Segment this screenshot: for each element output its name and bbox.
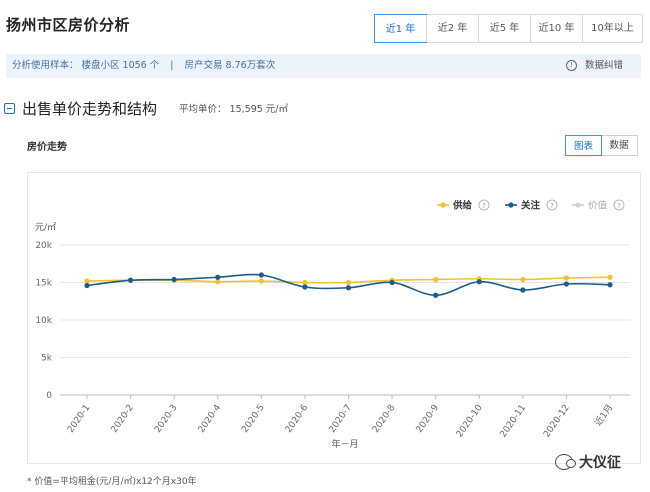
data-point-1 [607, 282, 613, 288]
y-tick-label: 15k [35, 279, 52, 289]
x-tick-label: 2020-10 [455, 403, 485, 440]
watermark: 大仪征 [555, 452, 621, 472]
data-point-1 [127, 277, 134, 283]
data-point-1 [389, 279, 395, 286]
x-axis-label: 年－月 [331, 438, 358, 450]
x-tick-label: 2020-4 [197, 403, 224, 435]
y-tick-label: 5k [41, 354, 53, 364]
data-point-1 [84, 282, 90, 289]
data-point-1 [520, 287, 526, 293]
data-point-0 [345, 279, 352, 286]
y-tick-label: 20k [35, 241, 52, 251]
data-point-1 [302, 284, 308, 290]
y-tick-label: 0 [46, 391, 52, 401]
legend-help-mark: ? [482, 202, 486, 210]
x-tick-label: 2020-11 [499, 403, 529, 440]
x-tick-label: 2020-8 [371, 403, 398, 435]
data-point-1 [215, 274, 221, 280]
y-tick-label: 10k [35, 316, 52, 326]
x-tick-label: 2020-2 [110, 403, 136, 435]
y-axis-label: 元/㎡ [35, 222, 56, 233]
x-tick-label: 2020-3 [153, 403, 179, 435]
data-point-0 [520, 276, 526, 283]
data-point-0 [215, 279, 221, 285]
x-tick-label: 2020-1 [66, 403, 92, 435]
x-tick-label: 2020-7 [327, 403, 353, 435]
data-point-1 [433, 292, 439, 298]
wechat-icon [555, 454, 576, 470]
watermark-text: 大仪征 [579, 455, 621, 471]
data-point-0 [84, 278, 90, 284]
data-point-0 [258, 278, 264, 284]
x-tick-label: 2020-12 [542, 403, 572, 440]
x-tick-label: 2020-5 [240, 403, 266, 435]
legend-label: 价值 [588, 200, 608, 212]
value-footnote: * 价值=平均租金(元/月/㎡)x12个月x30年 [27, 477, 197, 487]
data-point-0 [302, 279, 308, 286]
x-tick-label: 2020-6 [284, 403, 311, 435]
data-point-0 [607, 274, 613, 280]
legend-swatch-dot [508, 202, 514, 208]
data-point-1 [563, 281, 570, 287]
price-trend-chart: 0 5k 10k 15k 20k 元/㎡ 2020-1 2020-2 2020-3 2020-4 2… [35, 200, 630, 450]
data-point-1 [171, 276, 177, 283]
data-point-1 [258, 272, 264, 278]
data-point-0 [563, 275, 570, 281]
legend-help-mark: ? [617, 202, 621, 210]
data-point-1 [476, 279, 482, 285]
legend-help-mark: ? [550, 202, 554, 210]
legend-label: 供给 [452, 200, 473, 212]
data-point-0 [433, 276, 439, 283]
legend-swatch-dot [440, 202, 446, 208]
data-point-1 [345, 285, 352, 291]
legend-swatch-dot [575, 202, 581, 208]
x-tick-label: 近1月 [592, 402, 615, 428]
x-tick-label: 2020-9 [415, 403, 442, 435]
legend-label: 关注 [521, 200, 541, 212]
